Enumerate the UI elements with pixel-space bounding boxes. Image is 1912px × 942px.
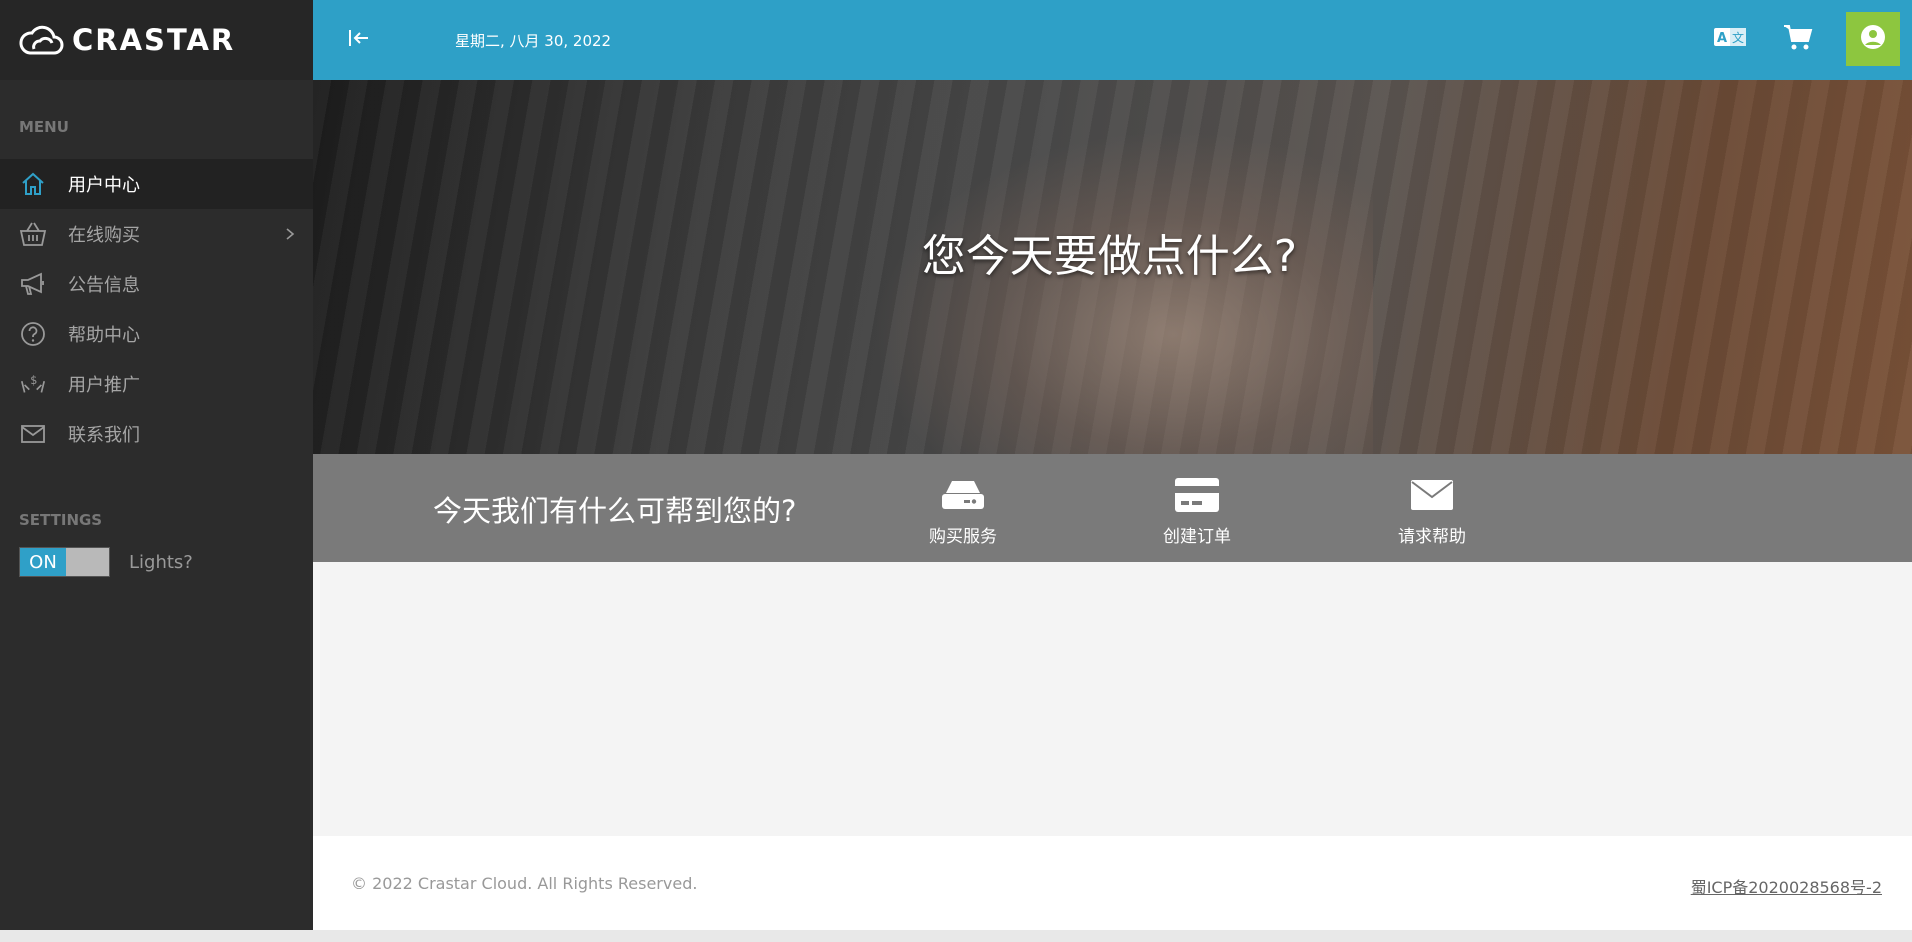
footer: © 2022 Crastar Cloud. All Rights Reserve… [313,836,1912,930]
sidebar-item-label: 在线购买 [68,225,140,246]
toggle-knob [66,548,109,576]
sidebar-item-label: 用户中心 [68,175,140,196]
user-menu-button[interactable] [1846,12,1900,66]
language-button[interactable]: A文 [1710,19,1750,59]
sidebar-item-promotion[interactable]: $ 用户推广 [0,359,313,409]
action-label: 请求帮助 [1398,527,1466,547]
sidebar-item-user-center[interactable]: 用户中心 [0,159,313,209]
menu-title: MENU [19,118,69,136]
svg-text:A: A [1717,31,1727,46]
chevron-right-icon [285,225,295,246]
home-icon [19,170,47,198]
basket-icon [19,220,47,248]
hero-banner: 您今天要做点什么? [313,80,1912,454]
settings-title: SETTINGS [19,511,103,529]
sidebar-item-label: 用户推广 [68,375,140,396]
svg-text:文: 文 [1732,30,1744,45]
request-help-button[interactable]: 请求帮助 [1377,474,1487,547]
current-date: 星期二, 八月 30, 2022 [455,31,612,50]
brand[interactable]: CRASTAR [0,0,313,80]
buy-service-button[interactable]: 购买服务 [908,474,1018,547]
topbar-actions: A文 [1710,12,1900,66]
megaphone-icon [19,270,47,298]
svg-text:$: $ [30,374,37,387]
server-icon [908,474,1018,516]
translate-icon: A文 [1713,26,1747,52]
main-content [313,562,1912,836]
hands-dollar-icon: $ [19,370,47,398]
hero-title: 您今天要做点什么? [313,220,1912,284]
action-label: 购买服务 [929,527,997,547]
sidebar-item-label: 公告信息 [68,275,140,296]
help-circle-icon [19,320,47,348]
hero-hand-image [873,130,1373,454]
sidebar-item-help-center[interactable]: 帮助中心 [0,309,313,359]
cart-button[interactable] [1778,19,1818,59]
sidebar-item-label: 帮助中心 [68,325,140,346]
collapse-sidebar-button[interactable] [345,26,373,54]
credit-card-icon [1142,474,1252,516]
collapse-left-icon [347,28,371,52]
cloud-logo-icon [18,23,64,57]
cart-icon [1783,23,1813,55]
envelope-icon [19,420,47,448]
bottom-scrollbar[interactable] [0,930,1912,942]
lights-label: Lights? [129,551,193,573]
copyright: © 2022 Crastar Cloud. All Rights Reserve… [351,874,698,893]
sidebar: CRASTAR MENU 用户中心 在线购买 公告信息 帮助中心 $ 用户推广 … [0,0,313,930]
brand-name: CRASTAR [72,23,236,57]
sidebar-item-label: 联系我们 [68,425,140,446]
lights-toggle[interactable]: ON [19,547,110,577]
create-order-button[interactable]: 创建订单 [1142,474,1252,547]
sidebar-item-announcements[interactable]: 公告信息 [0,259,313,309]
sidebar-item-contact-us[interactable]: 联系我们 [0,409,313,459]
sidebar-menu: 用户中心 在线购买 公告信息 帮助中心 $ 用户推广 联系我们 [0,159,313,459]
help-strip: 今天我们有什么可帮到您的? 购买服务 创建订单 请求帮助 [313,454,1912,562]
action-label: 创建订单 [1163,527,1231,547]
hero-title-text: 您今天要做点什么? [921,231,1298,282]
topbar: 星期二, 八月 30, 2022 A文 [313,0,1912,80]
lights-setting: ON Lights? [0,547,313,577]
user-avatar-icon [1860,24,1886,54]
sidebar-item-online-purchase[interactable]: 在线购买 [0,209,313,259]
envelope-icon [1377,474,1487,516]
help-prompt: 今天我们有什么可帮到您的? [433,494,797,528]
toggle-state-label: ON [20,548,66,576]
icp-license-link[interactable]: 蜀ICP备2020028568号-2 [1691,874,1882,898]
